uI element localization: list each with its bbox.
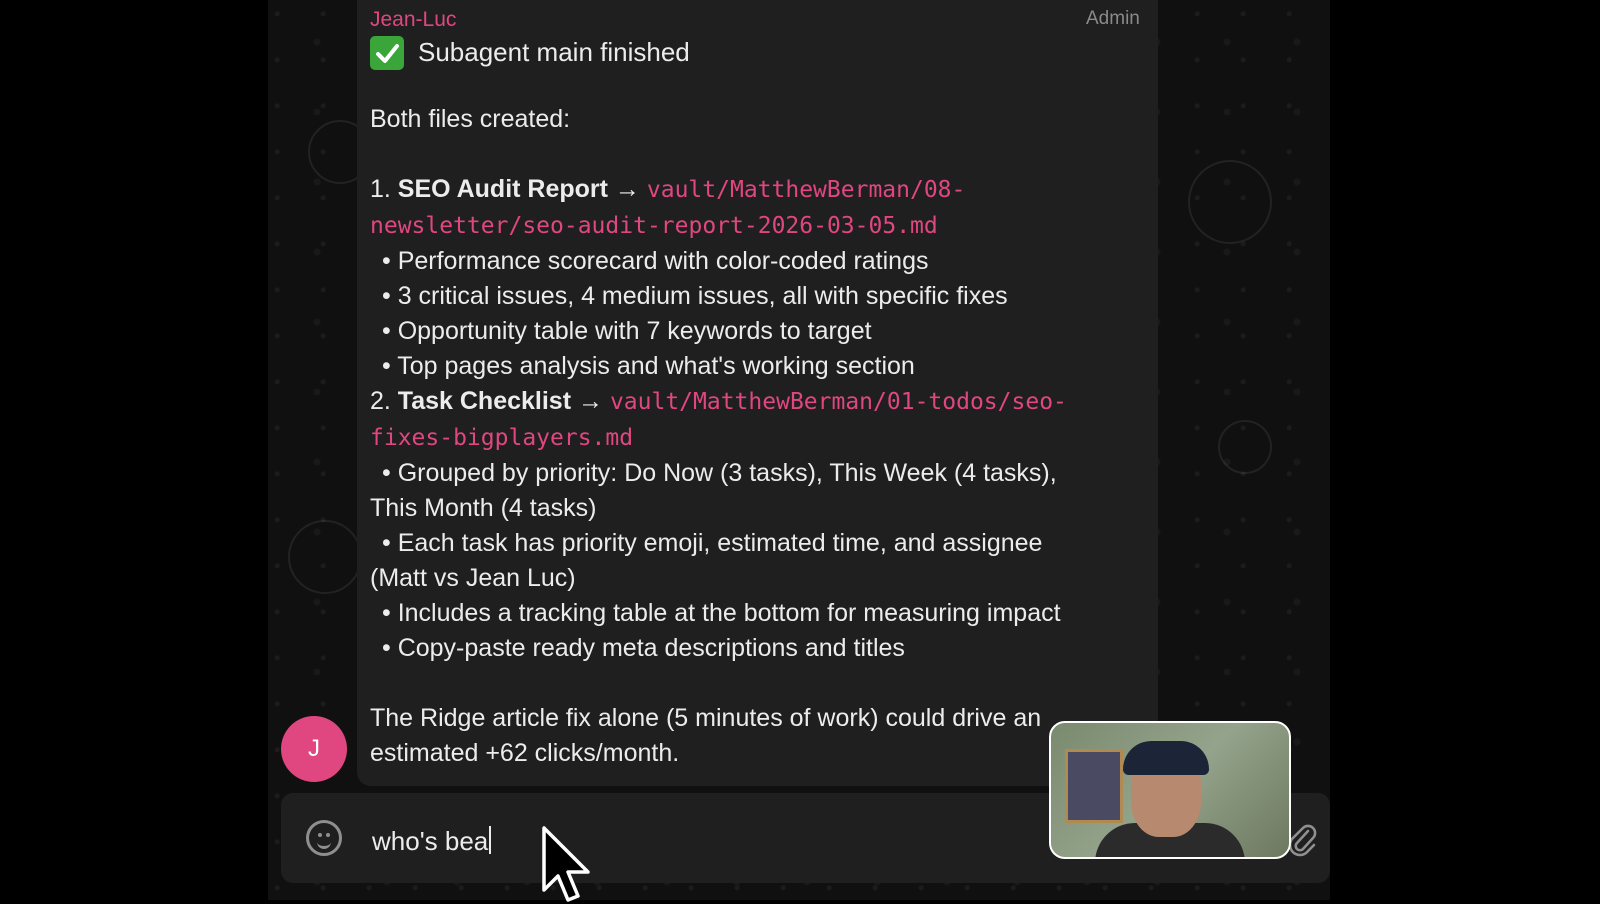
bullet: • Performance scorecard with color-coded… [382, 247, 929, 275]
bullet-continuation: This Month (4 tasks) [370, 494, 597, 522]
sender-name[interactable]: Jean-Luc [370, 8, 456, 32]
bullet: • Copy-paste ready meta descriptions and… [382, 634, 905, 662]
list-item-task-checklist: 2. Task Checklist → vault/MatthewBerman/… [370, 384, 1145, 456]
closing-text-line: The Ridge article fix alone (5 minutes o… [370, 704, 1042, 732]
bullet: • Each task has priority emoji, estimate… [382, 529, 1043, 557]
arrow: → [571, 387, 610, 415]
item-title: SEO Audit Report [397, 175, 608, 203]
background-doodle [288, 520, 362, 594]
picture-frame [1065, 749, 1123, 823]
bullet: • Opportunity table with 7 keywords to t… [382, 317, 872, 345]
bullet: • Top pages analysis and what's working … [382, 352, 915, 380]
message-content: Both files created: 1. SEO Audit Report … [370, 102, 1145, 771]
closing-text-line: estimated +62 clicks/month. [370, 739, 680, 767]
intro-text: Both files created: [370, 105, 571, 133]
bullet: • 3 critical issues, 4 medium issues, al… [382, 282, 1008, 310]
background-doodle [1188, 160, 1272, 244]
mouse-cursor-icon [542, 826, 590, 902]
item-number: 2. [370, 387, 398, 415]
admin-badge: Admin [1086, 8, 1140, 29]
bullet: • Includes a tracking table at the botto… [382, 599, 1061, 627]
person-cap [1123, 741, 1209, 775]
text-caret [489, 826, 492, 854]
avatar[interactable]: J [281, 716, 347, 782]
arrow: → [607, 175, 647, 203]
background-doodle [1218, 420, 1272, 474]
check-mark-icon [370, 36, 404, 70]
chat-app: Jean-Luc Admin Subagent main finished Bo… [0, 0, 1600, 902]
smile-icon[interactable] [306, 820, 342, 856]
input-value: who's bea [372, 826, 489, 856]
status-text: Subagent main finished [418, 37, 690, 67]
bullet-continuation: (Matt vs Jean Luc) [370, 564, 576, 592]
list-item-seo-audit: 1. SEO Audit Report → vault/MatthewBerma… [370, 172, 1145, 244]
item-number: 1. [370, 175, 398, 203]
message-input[interactable]: who's bea [372, 826, 492, 857]
webcam-overlay [1049, 721, 1291, 859]
bullet: • Grouped by priority: Do Now (3 tasks),… [382, 459, 1057, 487]
item-title: Task Checklist [397, 387, 572, 415]
